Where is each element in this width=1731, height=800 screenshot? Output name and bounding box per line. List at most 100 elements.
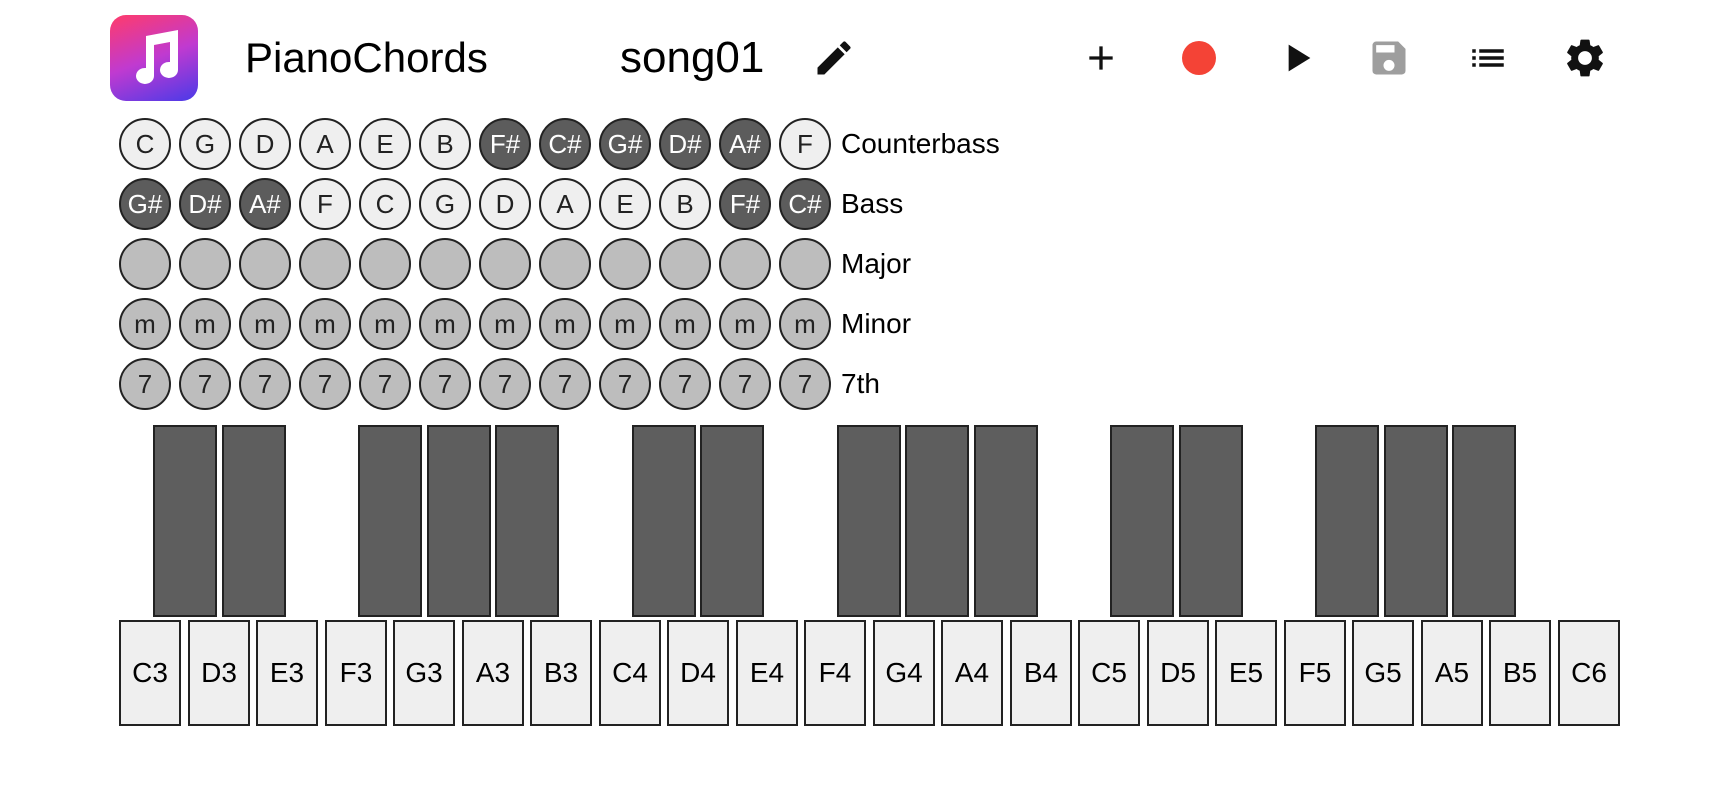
black-key[interactable] [632,425,696,617]
chord-button[interactable]: 7 [419,358,471,410]
bass-button[interactable]: D# [179,178,231,230]
chord-button[interactable]: 7 [479,358,531,410]
black-key[interactable] [222,425,286,617]
white-key[interactable]: B3 [530,620,592,726]
chord-button[interactable] [419,238,471,290]
chord-button[interactable] [719,238,771,290]
chord-button[interactable]: m [119,298,171,350]
white-key[interactable]: C4 [599,620,661,726]
white-key[interactable]: C3 [119,620,181,726]
black-key[interactable] [905,425,969,617]
white-key[interactable]: D4 [667,620,729,726]
chord-button[interactable]: 7 [599,358,651,410]
black-key[interactable] [358,425,422,617]
white-key[interactable]: B5 [1489,620,1551,726]
chord-button[interactable]: m [779,298,831,350]
bass-button[interactable]: E [359,118,411,170]
black-key[interactable] [1315,425,1379,617]
black-key[interactable] [495,425,559,617]
white-key[interactable]: G3 [393,620,455,726]
chord-button[interactable]: m [479,298,531,350]
bass-button[interactable]: A [539,178,591,230]
white-key[interactable]: F4 [804,620,866,726]
chord-button[interactable]: m [419,298,471,350]
chord-button[interactable]: 7 [119,358,171,410]
black-key[interactable] [700,425,764,617]
bass-button[interactable]: C# [779,178,831,230]
bass-button[interactable]: G# [599,118,651,170]
add-button[interactable] [1075,32,1127,84]
white-key[interactable]: E3 [256,620,318,726]
chord-button[interactable]: m [299,298,351,350]
settings-button[interactable] [1559,32,1611,84]
black-key[interactable] [1110,425,1174,617]
chord-button[interactable]: 7 [719,358,771,410]
bass-button[interactable]: A# [239,178,291,230]
white-key[interactable]: A5 [1421,620,1483,726]
bass-button[interactable]: D# [659,118,711,170]
chord-button[interactable] [539,238,591,290]
chord-button[interactable]: m [539,298,591,350]
bass-button[interactable]: D [239,118,291,170]
bass-button[interactable]: C [359,178,411,230]
song-title[interactable]: song01 [620,32,764,84]
black-key[interactable] [1179,425,1243,617]
white-key[interactable]: F5 [1284,620,1346,726]
black-key[interactable] [1452,425,1516,617]
chord-button[interactable] [479,238,531,290]
chord-button[interactable]: 7 [239,358,291,410]
white-key[interactable]: A3 [462,620,524,726]
white-key[interactable]: D3 [188,620,250,726]
bass-button[interactable]: F [779,118,831,170]
chord-button[interactable]: 7 [299,358,351,410]
white-key[interactable]: A4 [941,620,1003,726]
chord-button[interactable] [179,238,231,290]
bass-button[interactable]: B [419,118,471,170]
bass-button[interactable]: C [119,118,171,170]
list-button[interactable] [1462,32,1514,84]
white-key[interactable]: G4 [873,620,935,726]
chord-button[interactable]: m [179,298,231,350]
chord-button[interactable] [119,238,171,290]
chord-button[interactable] [299,238,351,290]
chord-button[interactable]: m [659,298,711,350]
play-button[interactable] [1271,32,1323,84]
save-button[interactable] [1363,32,1415,84]
bass-button[interactable]: G [179,118,231,170]
chord-button[interactable]: 7 [539,358,591,410]
chord-button[interactable] [239,238,291,290]
white-key[interactable]: D5 [1147,620,1209,726]
bass-button[interactable]: B [659,178,711,230]
bass-button[interactable]: A [299,118,351,170]
chord-button[interactable]: m [239,298,291,350]
chord-button[interactable] [359,238,411,290]
chord-button[interactable]: m [719,298,771,350]
white-key[interactable]: E4 [736,620,798,726]
black-key[interactable] [1384,425,1448,617]
black-key[interactable] [427,425,491,617]
chord-button[interactable] [599,238,651,290]
bass-button[interactable]: A# [719,118,771,170]
black-key[interactable] [974,425,1038,617]
chord-button[interactable]: m [599,298,651,350]
chord-button[interactable]: 7 [359,358,411,410]
black-key[interactable] [153,425,217,617]
chord-button[interactable] [659,238,711,290]
bass-button[interactable]: F [299,178,351,230]
chord-button[interactable]: m [359,298,411,350]
bass-button[interactable]: F# [719,178,771,230]
bass-button[interactable]: F# [479,118,531,170]
bass-button[interactable]: G [419,178,471,230]
chord-button[interactable] [779,238,831,290]
black-key[interactable] [837,425,901,617]
white-key[interactable]: C6 [1558,620,1620,726]
bass-button[interactable]: C# [539,118,591,170]
chord-button[interactable]: 7 [179,358,231,410]
bass-button[interactable]: E [599,178,651,230]
chord-button[interactable]: 7 [659,358,711,410]
record-button[interactable] [1173,32,1225,84]
white-key[interactable]: B4 [1010,620,1072,726]
white-key[interactable]: G5 [1352,620,1414,726]
white-key[interactable]: E5 [1215,620,1277,726]
chord-button[interactable]: 7 [779,358,831,410]
